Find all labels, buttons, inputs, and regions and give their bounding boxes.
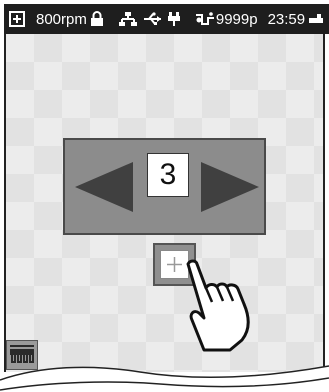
network-icon xyxy=(118,11,137,27)
time-readout: 23:59 xyxy=(267,10,306,28)
value-display: 3 xyxy=(147,153,189,197)
usb-icon xyxy=(143,12,163,26)
left-arrow-icon[interactable] xyxy=(75,162,135,212)
thread-counter-icon xyxy=(195,12,215,26)
torn-edge xyxy=(0,365,329,392)
plug-icon xyxy=(167,11,181,27)
count-readout: 9999p xyxy=(215,10,258,28)
value-selector-panel: 3 xyxy=(63,138,266,235)
lock-icon xyxy=(89,11,105,27)
right-arrow-icon[interactable] xyxy=(199,162,259,212)
device-frame: 800rpm 9999p 23:59 3 xyxy=(0,0,329,392)
pointing-hand-icon xyxy=(186,259,250,352)
battery-icon xyxy=(309,13,324,25)
status-bar: 800rpm 9999p 23:59 xyxy=(4,4,329,34)
menu-square-icon[interactable] xyxy=(8,10,26,28)
value-text: 3 xyxy=(159,158,177,191)
speed-readout: 800rpm xyxy=(36,10,87,28)
